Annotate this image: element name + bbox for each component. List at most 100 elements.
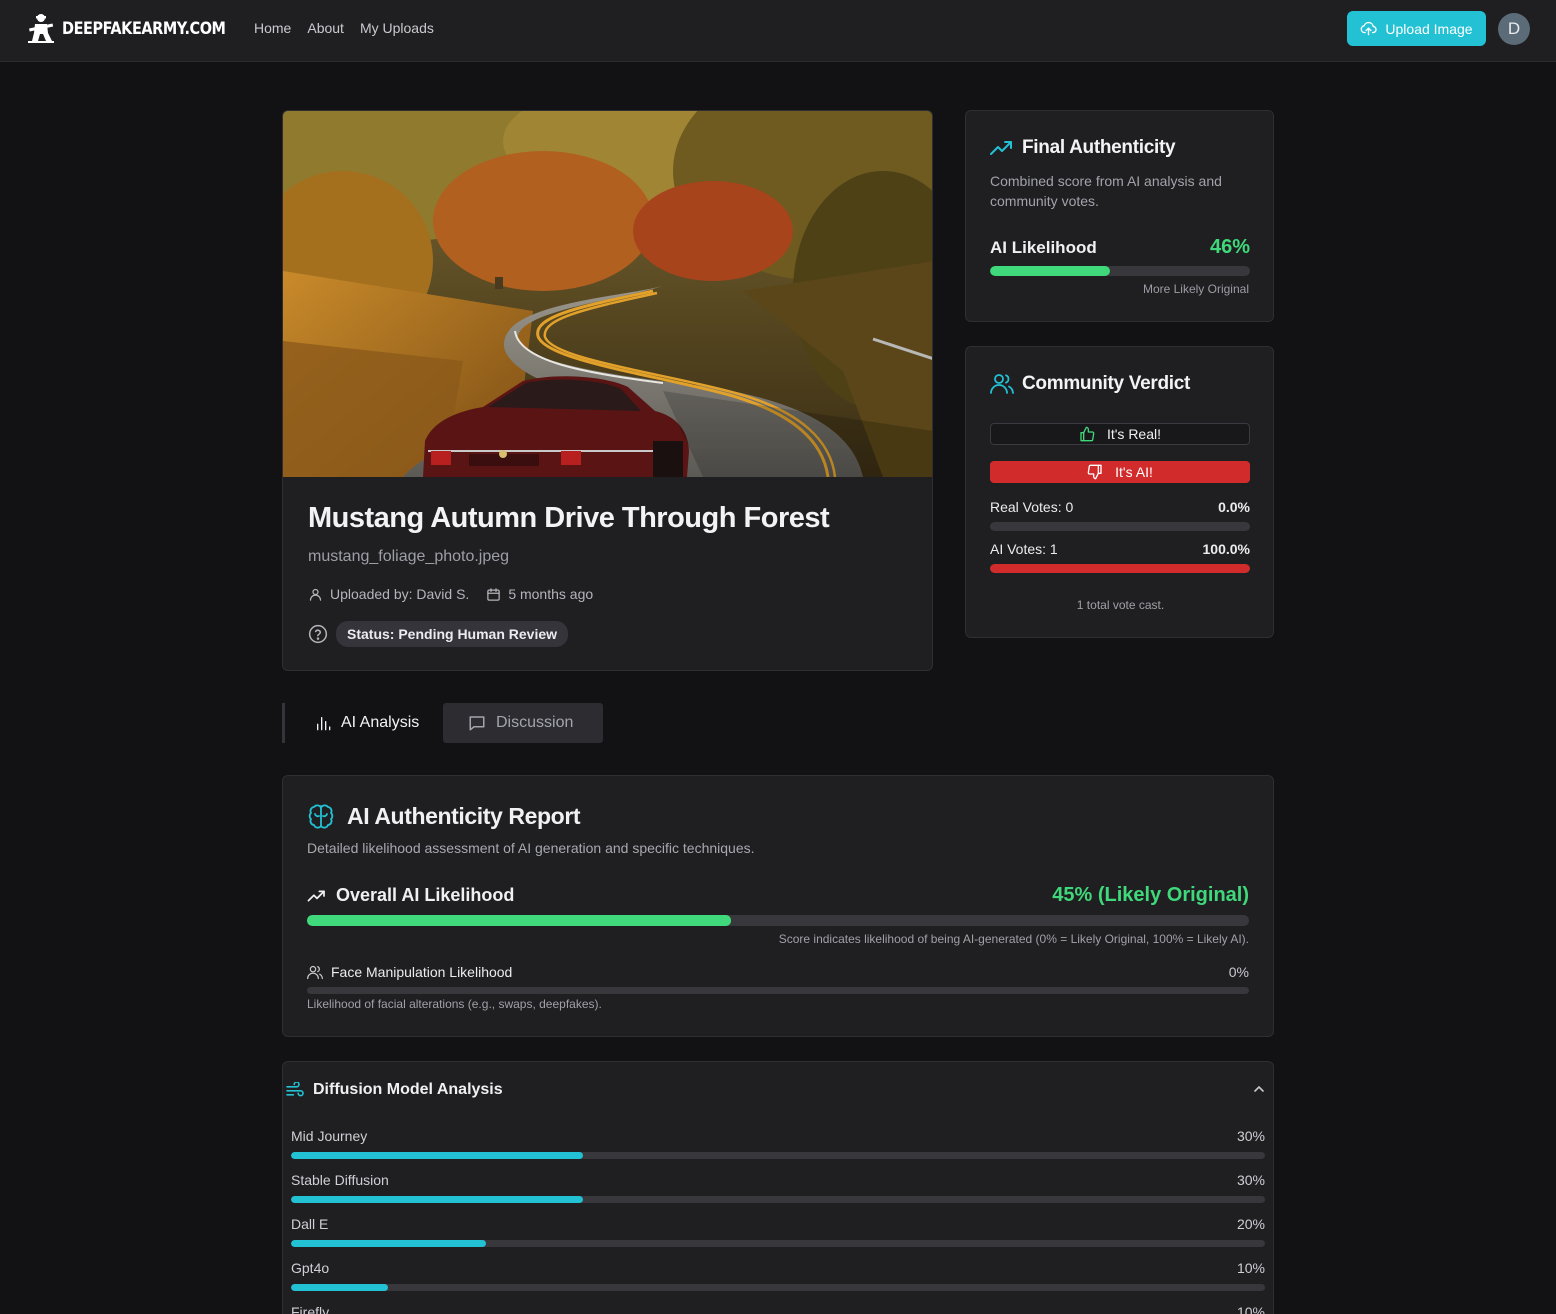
uploader-info: Uploaded by: David S. — [308, 586, 469, 602]
face-manipulation-label-group: Face Manipulation Likelihood — [307, 964, 512, 980]
model-name: Dall E — [291, 1216, 329, 1232]
diffusion-model-row: Mid Journey 30% — [291, 1128, 1265, 1159]
final-authenticity-card: Final Authenticity Combined score from A… — [965, 110, 1274, 322]
logo-text: DEEPFAKEARMY.COM — [62, 19, 226, 39]
tab-ai-analysis-label: AI Analysis — [341, 714, 420, 731]
model-bar — [291, 1284, 1265, 1291]
model-bar-fill — [291, 1196, 584, 1203]
overall-likelihood-value: 45% (Likely Original) — [1052, 884, 1249, 906]
report-title: AI Authenticity Report — [347, 802, 581, 829]
vote-ai-label: It's AI! — [1115, 464, 1153, 480]
model-bar — [291, 1240, 1265, 1247]
top-navigation-bar: DEEPFAKEARMY.COM Home About My Uploads U… — [0, 0, 1556, 62]
status-badge: Status: Pending Human Review — [336, 621, 569, 647]
face-manipulation-bar — [307, 987, 1249, 994]
model-name: Stable Diffusion — [291, 1172, 389, 1188]
ai-votes-row: AI Votes: 1 100.0% — [990, 541, 1250, 557]
chevron-up-icon[interactable] — [1253, 1084, 1265, 1094]
ai-votes-percent: 100.0% — [1202, 541, 1250, 557]
model-bar-fill — [291, 1284, 389, 1291]
model-bar-fill — [291, 1240, 486, 1247]
face-manipulation-row: Face Manipulation Likelihood 0% — [307, 964, 1249, 980]
community-verdict-header: Community Verdict — [990, 373, 1190, 395]
overall-likelihood-bar — [307, 915, 1249, 926]
users-icon — [990, 374, 1014, 394]
ai-votes-fill — [990, 564, 1250, 573]
model-bar — [291, 1196, 1265, 1203]
vote-real-label: It's Real! — [1106, 426, 1162, 442]
diffusion-title: Diffusion Model Analysis — [313, 1081, 503, 1098]
model-value: 30% — [1236, 1128, 1265, 1144]
uploaded-when-text: 5 months ago — [508, 586, 594, 602]
final-authenticity-description: Combined score from AI analysis and comm… — [990, 173, 1222, 209]
upload-image-button[interactable]: Upload Image — [1347, 11, 1486, 46]
wind-icon — [286, 1082, 304, 1097]
report-header: AI Authenticity Report — [307, 802, 581, 830]
ai-likelihood-label: AI Likelihood — [990, 237, 1097, 257]
diffusion-model-row: Stable Diffusion 30% — [291, 1172, 1265, 1203]
overall-likelihood-label: Overall AI Likelihood — [336, 885, 515, 905]
community-verdict-card: Community Verdict It's Real! It's AI! Re… — [965, 346, 1274, 638]
diffusion-model-row: Dall E 20% — [291, 1216, 1265, 1247]
diffusion-header[interactable]: Diffusion Model Analysis — [285, 1081, 503, 1099]
trending-up-icon — [307, 889, 325, 902]
model-name: Mid Journey — [291, 1128, 368, 1144]
final-authenticity-header: Final Authenticity — [990, 137, 1176, 159]
overall-likelihood-fill — [307, 915, 731, 926]
final-authenticity-title: Final Authenticity — [1022, 137, 1176, 158]
real-votes-label: Real Votes: 0 — [990, 499, 1074, 515]
real-votes-row: Real Votes: 0 0.0% — [990, 499, 1250, 515]
nav-home[interactable]: Home — [254, 20, 291, 36]
thumbs-up-icon — [1080, 426, 1095, 442]
model-value: 30% — [1236, 1172, 1265, 1188]
user-icon — [309, 588, 322, 601]
soldier-logo-icon — [28, 14, 54, 43]
nav-my-uploads[interactable]: My Uploads — [360, 20, 434, 36]
user-avatar[interactable]: D — [1498, 13, 1530, 45]
diffusion-model-analysis-card: Diffusion Model Analysis Mid Journey 30% … — [282, 1061, 1274, 1314]
ai-likelihood-row: AI Likelihood 46% — [990, 236, 1250, 259]
vote-ai-button[interactable]: It's AI! — [990, 461, 1250, 483]
bar-chart-icon — [317, 717, 331, 731]
model-value: 20% — [1236, 1216, 1265, 1232]
image-meta: Uploaded by: David S. 5 months ago — [308, 586, 610, 602]
real-votes-bar — [990, 522, 1250, 531]
face-manipulation-value: 0% — [1228, 964, 1249, 980]
ai-likelihood-hint: More Likely Original — [1142, 282, 1249, 296]
help-circle-icon — [308, 624, 328, 644]
upload-image-label: Upload Image — [1385, 20, 1473, 37]
diffusion-model-row: Firefly 10% — [291, 1304, 1265, 1314]
overall-likelihood-row: Overall AI Likelihood 45% (Likely Origin… — [307, 884, 1249, 907]
cloud-upload-icon — [1361, 21, 1378, 36]
ai-likelihood-value: 46% — [1209, 236, 1250, 258]
tab-discussion-label: Discussion — [496, 714, 574, 731]
real-votes-percent: 0.0% — [1218, 499, 1250, 515]
model-bar-fill — [291, 1152, 584, 1159]
ai-votes-bar — [990, 564, 1250, 573]
thumbs-down-icon — [1087, 464, 1102, 480]
image-title: Mustang Autumn Drive Through Forest — [308, 502, 830, 534]
vote-real-button[interactable]: It's Real! — [990, 423, 1250, 445]
total-votes-text: 1 total vote cast. — [1076, 598, 1165, 612]
face-manipulation-hint: Likelihood of facial alterations (e.g., … — [307, 997, 602, 1011]
face-manipulation-label: Face Manipulation Likelihood — [331, 964, 513, 980]
diffusion-model-row: Gpt4o 10% — [291, 1260, 1265, 1291]
model-name: Gpt4o — [291, 1260, 330, 1276]
tab-ai-analysis[interactable]: AI Analysis — [282, 703, 443, 743]
model-name: Firefly — [291, 1304, 330, 1314]
report-description: Detailed likelihood assessment of AI gen… — [307, 840, 755, 856]
upload-date-info: 5 months ago — [486, 586, 593, 602]
status-row: Status: Pending Human Review — [308, 621, 569, 647]
overall-likelihood-label-group: Overall AI Likelihood — [307, 885, 514, 906]
brain-icon — [308, 804, 334, 829]
model-value: 10% — [1236, 1304, 1265, 1314]
nav-about[interactable]: About — [307, 20, 344, 36]
main-nav: Home About My Uploads — [254, 20, 434, 36]
message-square-icon — [469, 716, 485, 731]
ai-likelihood-bar — [990, 266, 1250, 276]
tab-discussion[interactable]: Discussion — [443, 703, 603, 743]
ai-votes-label: AI Votes: 1 — [990, 541, 1058, 557]
site-logo[interactable]: DEEPFAKEARMY.COM — [26, 13, 254, 45]
users-icon — [307, 965, 323, 979]
ai-likelihood-fill — [990, 266, 1110, 276]
